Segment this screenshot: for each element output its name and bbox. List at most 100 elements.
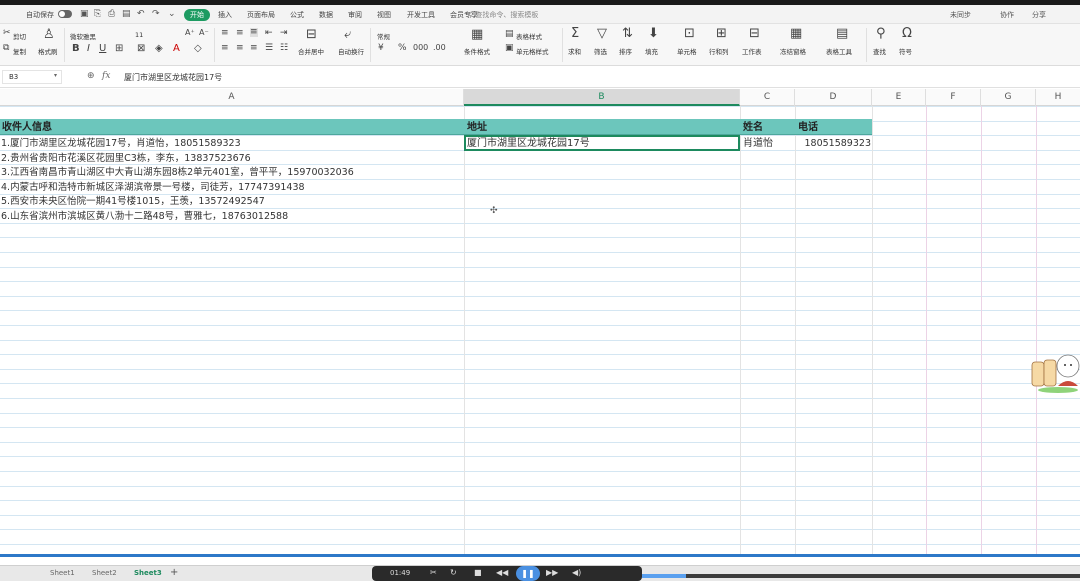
indent-left-icon[interactable]: ⇤ (265, 29, 273, 38)
cell-style-icon[interactable]: ▣ (505, 44, 514, 53)
decrease-font-icon[interactable]: A⁻ (199, 29, 209, 37)
table-cell[interactable]: 4.内蒙古呼和浩特市新城区泽湖滨帝景一号楼，司徒芳，17747391438 (0, 181, 305, 195)
row-col-icon[interactable]: ⊞ (716, 27, 727, 40)
copy-icon[interactable]: ⧉ (3, 44, 9, 53)
font-color-icon[interactable]: A (173, 44, 180, 54)
number-format-select[interactable]: 常规 (377, 31, 390, 41)
currency-icon[interactable]: ¥ (378, 44, 384, 53)
header-cell-phone[interactable]: 电话 (796, 120, 872, 135)
table-cell[interactable]: 18051589323 (796, 137, 872, 151)
fill-bucket-icon[interactable]: ◈ (155, 44, 163, 54)
spreadsheet-grid[interactable]: 收件人信息 地址 姓名 电话 1.厦门市湖里区龙城花园17号，肖道怡，18051… (0, 106, 1080, 556)
sum-icon[interactable]: Σ (571, 27, 579, 40)
save-icon[interactable]: ▣ (80, 9, 89, 19)
symbol-button[interactable]: 符号 (899, 46, 912, 56)
table-style-icon[interactable]: ▤ (505, 30, 514, 39)
column-header-a[interactable]: A (0, 89, 464, 106)
fill-icon[interactable]: ⬇ (648, 27, 659, 40)
table-tools-button[interactable]: 表格工具 (826, 46, 852, 56)
underline-icon[interactable]: U (99, 44, 106, 54)
chevron-down-icon[interactable]: ▾ (54, 72, 57, 79)
table-cell[interactable]: 6.山东省滨州市滨城区黄八渤十二路48号，曹雅七，18763012588 (0, 210, 288, 224)
symbol-icon[interactable]: Ω (902, 27, 912, 40)
conditional-format-button[interactable]: 条件格式 (464, 46, 490, 56)
name-box[interactable]: B3 (2, 70, 62, 84)
row-col-button[interactable]: 行和列 (709, 46, 729, 56)
column-header-b[interactable]: B (464, 89, 740, 106)
fill-button[interactable]: 填充 (645, 46, 658, 56)
align-bottom-icon[interactable]: ≡ (250, 28, 258, 37)
freeze-panes-icon[interactable]: ▦ (790, 27, 802, 40)
find-button[interactable]: 查找 (873, 46, 886, 56)
table-cell[interactable]: 肖道怡 (742, 137, 773, 151)
table-cell[interactable]: 3.江西省南昌市青山湖区中大青山湖东园8栋2单元401室，曾平平，1597003… (0, 166, 354, 180)
cut-button[interactable]: 剪切 (13, 31, 26, 41)
table-cell[interactable]: 1.厦门市湖里区龙城花园17号，肖道怡，18051589323 (0, 137, 241, 151)
worksheet-icon[interactable]: ⊟ (749, 27, 760, 40)
filter-button[interactable]: 筛选 (594, 46, 607, 56)
playback-progress-track[interactable] (642, 574, 1080, 578)
align-middle-icon[interactable]: ≡ (236, 29, 244, 38)
stop-icon[interactable]: ■ (474, 568, 482, 577)
merge-center-icon[interactable]: ⊟ (306, 28, 317, 41)
indent-right-icon[interactable]: ⇥ (280, 29, 288, 38)
tab-review[interactable]: 审阅 (348, 10, 362, 20)
merge-center-button[interactable]: 合并居中 (298, 46, 324, 56)
align-top-icon[interactable]: ≡ (221, 29, 229, 38)
table-tools-icon[interactable]: ▤ (836, 27, 848, 40)
redo-icon[interactable]: ↷ (152, 9, 160, 19)
scissors-icon[interactable]: ✂ (3, 29, 11, 38)
tab-page-layout[interactable]: 页面布局 (247, 10, 275, 20)
formula-input[interactable]: 厦门市湖里区龙城花园17号 (124, 72, 222, 83)
sheet-tab-2[interactable]: Sheet2 (92, 569, 117, 577)
sync-status[interactable]: 未同步 (950, 10, 971, 20)
tab-home[interactable]: 开始 (184, 9, 210, 21)
column-header-g[interactable]: G (981, 89, 1036, 106)
fill-color-icon[interactable]: ⊠ (137, 44, 145, 54)
zoom-icon[interactable]: ⊕ (87, 71, 95, 81)
wrap-text-icon[interactable]: ⤶ (344, 28, 351, 41)
scissors-icon[interactable]: ✂ (430, 568, 437, 577)
cell-button[interactable]: 单元格 (677, 46, 697, 56)
header-cell-address[interactable]: 地址 (465, 120, 740, 135)
format-painter-button[interactable]: 格式刷 (38, 46, 58, 56)
selected-cell-b3[interactable] (464, 135, 740, 151)
column-header-e[interactable]: E (872, 89, 926, 106)
format-painter-icon[interactable]: ♙ (43, 28, 55, 41)
collaborate-button[interactable]: 协作 (1000, 10, 1014, 20)
filter-icon[interactable]: ▽ (597, 27, 607, 40)
decimal-icon[interactable]: .00 (433, 44, 446, 52)
table-cell[interactable]: 2.贵州省贵阳市花溪区花园里C3栋，李东，13837523676 (0, 152, 251, 166)
table-style-button[interactable]: 表格样式 (516, 31, 542, 41)
font-name-select[interactable]: 微软雅黑 (70, 31, 96, 41)
more-icon[interactable]: ⌄ (168, 9, 176, 19)
sheet-tab-1[interactable]: Sheet1 (50, 569, 75, 577)
add-sheet-icon[interactable]: + (170, 567, 178, 578)
print-icon[interactable]: ⎙ (108, 9, 115, 19)
column-header-d[interactable]: D (795, 89, 872, 106)
share-button[interactable]: 分享 (1032, 10, 1046, 20)
conditional-format-icon[interactable]: ▦ (471, 28, 483, 41)
bold-icon[interactable]: B (72, 44, 80, 54)
fx-label[interactable]: fx (102, 71, 110, 81)
column-header-h[interactable]: H (1036, 89, 1080, 106)
font-size-select[interactable]: 11 (135, 31, 143, 39)
align-center-icon[interactable]: ≡ (236, 44, 244, 53)
copy-button[interactable]: 复制 (13, 46, 26, 56)
pause-button[interactable]: ❚❚ (516, 566, 540, 581)
wrap-text-button[interactable]: 自动换行 (338, 46, 364, 56)
cell-style-button[interactable]: 单元格样式 (516, 46, 549, 56)
justify-icon[interactable]: ☰ (265, 44, 273, 53)
increase-font-icon[interactable]: A⁺ (185, 29, 195, 37)
column-header-c[interactable]: C (740, 89, 795, 106)
italic-icon[interactable]: I (87, 44, 90, 54)
sort-icon[interactable]: ⇅ (622, 27, 633, 40)
rotate-icon[interactable]: ↻ (450, 568, 457, 577)
tab-data[interactable]: 数据 (319, 10, 333, 20)
table-cell[interactable]: 5.西安市未央区怡院一期41号楼1015，王羡，13572492547 (0, 195, 265, 209)
sort-button[interactable]: 排序 (619, 46, 632, 56)
cell-icon[interactable]: ⊡ (684, 27, 695, 40)
sum-button[interactable]: 求和 (568, 46, 581, 56)
distribute-icon[interactable]: ☷ (280, 44, 288, 53)
find-icon[interactable]: ⚲ (876, 27, 886, 40)
